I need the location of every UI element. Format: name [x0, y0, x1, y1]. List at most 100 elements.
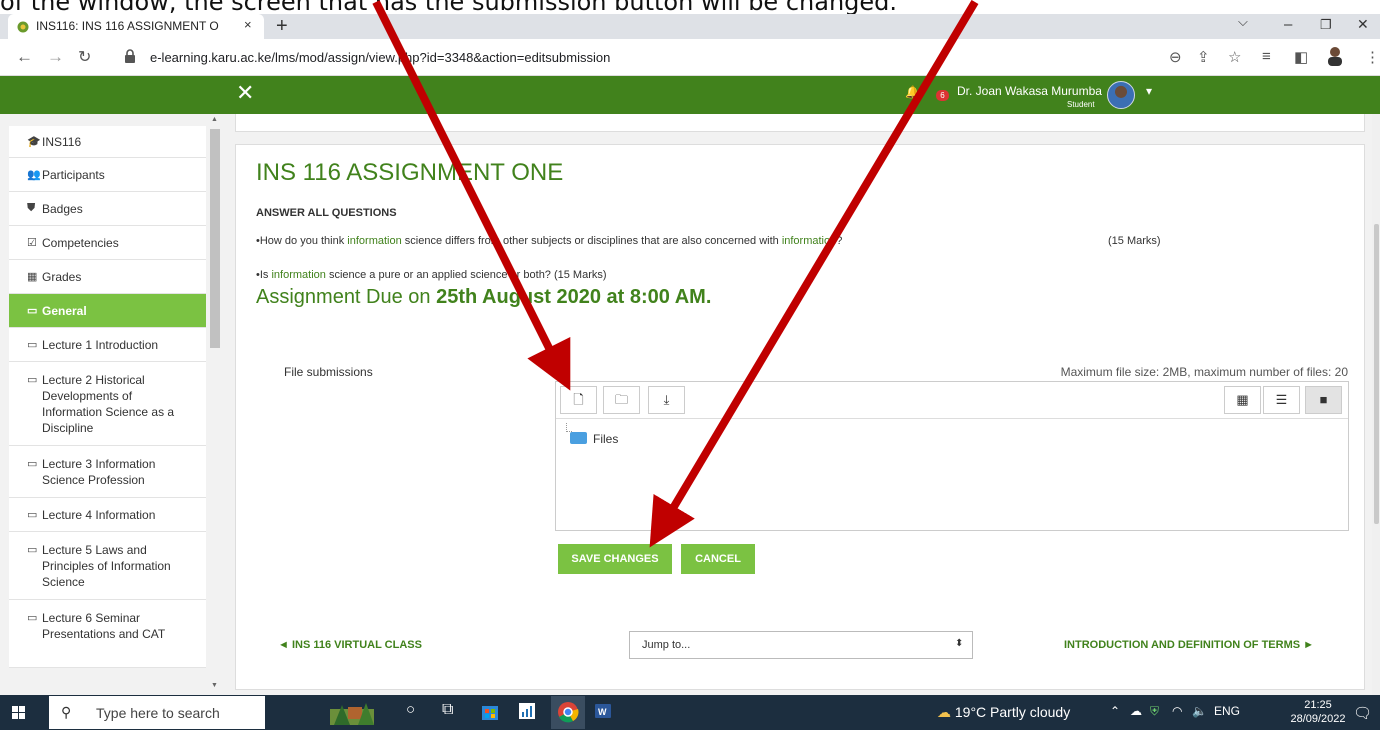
create-folder-icon[interactable]: 🗀 [603, 386, 640, 414]
weather-text: 19°C Partly cloudy [954, 704, 1071, 720]
file-submissions-label: File submissions [284, 365, 373, 379]
minimize-button[interactable]: – [1284, 16, 1292, 33]
jump-to-select[interactable]: Jump to... ⬍ [629, 631, 973, 659]
reload-icon[interactable]: ↻ [78, 47, 91, 67]
word-icon[interactable]: W [593, 701, 613, 723]
share-icon[interactable]: ⇪ [1197, 48, 1210, 66]
sidebar-scroll-thumb[interactable] [210, 129, 220, 348]
task-view-icon[interactable]: ⧉ [442, 701, 453, 723]
bell-icon[interactable]: 🔔 [905, 85, 920, 99]
search-highlight-icon[interactable] [330, 699, 374, 725]
folder-icon: ▭ [27, 509, 38, 521]
browser-menu-icon[interactable]: ⋮ [1365, 48, 1380, 66]
prev-activity-link[interactable]: ◄ INS 116 VIRTUAL CLASS [278, 639, 422, 651]
sidebar-item-lecture-5-laws-and-principles-of-information-science[interactable]: ▭ Lecture 5 Laws and Principles of Inform… [9, 532, 206, 600]
new-tab-button[interactable]: + [276, 15, 288, 38]
clock-time: 21:25 [1304, 699, 1332, 711]
user-menu-caret-icon[interactable]: ▾ [1146, 84, 1152, 98]
tree-view-icon[interactable]: ■ [1305, 386, 1342, 414]
clock-date: 28/09/2022 [1290, 713, 1346, 725]
save-changes-button[interactable]: SAVE CHANGES [558, 544, 672, 574]
file-manager: 🗋 🗀 ⤓ ▦ ☰ ■ Files [555, 381, 1349, 531]
sidebar-item-competencies[interactable]: ☑ Competencies [9, 226, 206, 260]
restore-button[interactable]: ❐ [1320, 17, 1332, 33]
files-folder[interactable]: Files [566, 423, 619, 446]
sidebar-item-lecture-4-information[interactable]: ▭ Lecture 4 Information [9, 498, 206, 532]
sidebar-item-label: Competencies [42, 236, 119, 250]
user-name[interactable]: Dr. Joan Wakasa Murumba [957, 84, 1102, 98]
sidebar-item-label: General [42, 304, 87, 318]
weather-widget[interactable]: ☁ 19°C Partly cloudy [937, 704, 1070, 721]
scroll-up-icon[interactable]: ▲ [211, 116, 218, 123]
lock-icon [125, 49, 135, 63]
bookmark-star-icon[interactable]: ☆ [1228, 48, 1241, 66]
store-icon[interactable] [480, 701, 500, 723]
tray-chevron-icon[interactable]: ⌃ [1110, 704, 1120, 718]
chrome-icon[interactable] [551, 696, 585, 729]
page-scroll-thumb[interactable] [1374, 224, 1379, 524]
sidebar-scrollbar[interactable]: ▲ ▼ [206, 114, 224, 695]
next-activity-link[interactable]: INTRODUCTION AND DEFINITION OF TERMS ► [1064, 639, 1314, 651]
jump-to-value: Jump to... [642, 639, 691, 651]
sidebar-item-label: Lecture 6 Seminar Presentations and CAT [42, 611, 166, 641]
zoom-icon[interactable]: ⊖ [1169, 48, 1182, 66]
grid-view-icon[interactable]: ▦ [1224, 386, 1261, 414]
sidebar-item-label: Lecture 5 Laws and Principles of Informa… [42, 543, 171, 589]
profile-avatar-icon[interactable] [1325, 45, 1345, 71]
language-indicator[interactable]: ENG [1214, 704, 1240, 718]
site-navbar: ✕ 🔔 6 Dr. Joan Wakasa Murumba Student ▾ [0, 76, 1380, 114]
volume-icon[interactable]: 🔈 [1192, 704, 1207, 718]
sidebar-item-grades[interactable]: ▦ Grades [9, 260, 206, 294]
clock[interactable]: 21:25 28/09/2022 [1287, 698, 1349, 726]
cancel-button[interactable]: CANCEL [681, 544, 755, 574]
download-icon[interactable]: ⤓ [648, 386, 685, 414]
sidebar-item-participants[interactable]: 👥 Participants [9, 158, 206, 192]
browser-tab[interactable]: INS116: INS 116 ASSIGNMENT O × [8, 14, 264, 39]
back-arrow-icon[interactable]: ← [16, 47, 33, 67]
page-content: 🎓 INS116 👥 Participants ⛊ Badges ☑ Competencies… [0, 114, 1380, 695]
tab-search-chevron-icon[interactable]: ⌵ [1238, 14, 1248, 30]
windows-taskbar: ⚲ Type here to search ○ ⧉ W ☁ 19°C Partl… [0, 695, 1380, 730]
folder-icon: ▭ [27, 458, 38, 470]
sidebar-item-lecture-2-historical-developments-of-information-science-as-a-discipline[interactable]: ▭ Lecture 2 Historical Developments of In… [9, 362, 206, 446]
sidebar-item-lecture-3-information-science-profession[interactable]: ▭ Lecture 3 Information Science Professio… [9, 446, 206, 498]
side-panel-icon[interactable]: ◧ [1294, 48, 1308, 66]
sidebar-item-lecture-1-introduction[interactable]: ▭ Lecture 1 Introduction [9, 328, 206, 362]
url-bar[interactable]: e-learning.karu.ac.ke/lms/mod/assign/vie… [112, 44, 1262, 71]
assignment-card: INS 116 ASSIGNMENT ONE ANSWER ALL QUESTI… [235, 144, 1365, 690]
course-sidebar: 🎓 INS116 👥 Participants ⛊ Badges ☑ Competencies… [9, 126, 206, 695]
tree-connector [566, 423, 572, 432]
taskbar-search[interactable]: ⚲ Type here to search [49, 696, 265, 729]
add-file-icon[interactable]: 🗋 [560, 386, 597, 414]
sidebar-item-ins116[interactable]: 🎓 INS116 [9, 126, 206, 158]
folder-label: Files [593, 432, 619, 446]
onedrive-icon[interactable]: ☁ [1130, 704, 1142, 718]
wifi-icon[interactable]: ◠ [1172, 704, 1182, 718]
svg-text:W: W [598, 707, 607, 717]
caption-text: of the window, the screen that has the s… [0, 0, 898, 14]
scroll-down-icon[interactable]: ▼ [211, 682, 218, 689]
search-icon: ⚲ [61, 704, 72, 720]
tab-close-icon[interactable]: × [244, 17, 252, 32]
question-1-marks: (15 Marks) [1108, 235, 1161, 247]
reading-list-icon[interactable]: ≡ [1262, 48, 1271, 65]
page-scrollbar[interactable] [1372, 114, 1380, 695]
sidebar-item-lecture-6-seminar-presentations-and-cat[interactable]: ▭ Lecture 6 Seminar Presentations and CAT [9, 600, 206, 668]
question-1: •How do you think information science di… [256, 235, 843, 247]
window-close-button[interactable]: ✕ [1357, 16, 1369, 33]
user-avatar[interactable] [1107, 81, 1135, 109]
windows-start-icon[interactable] [12, 706, 26, 720]
sidebar-item-badges[interactable]: ⛊ Badges [9, 192, 206, 226]
folder-icon: ▭ [27, 374, 38, 386]
sidebar-item-general[interactable]: ▭ General [9, 294, 206, 328]
forward-arrow-icon[interactable]: → [47, 47, 64, 67]
previous-card-edge [235, 114, 1365, 132]
sidebar-item-label: Lecture 2 Historical Developments of Inf… [42, 373, 175, 435]
close-drawer-icon[interactable]: ✕ [236, 80, 254, 106]
chart-app-icon[interactable] [517, 701, 537, 723]
list-view-icon[interactable]: ☰ [1263, 386, 1300, 414]
file-manager-toolbar: 🗋 🗀 ⤓ ▦ ☰ ■ [556, 382, 1348, 419]
cortana-icon[interactable]: ○ [406, 701, 415, 723]
action-center-icon[interactable]: 🗨 [1353, 704, 1372, 722]
security-icon[interactable]: ⛨ [1150, 704, 1159, 719]
